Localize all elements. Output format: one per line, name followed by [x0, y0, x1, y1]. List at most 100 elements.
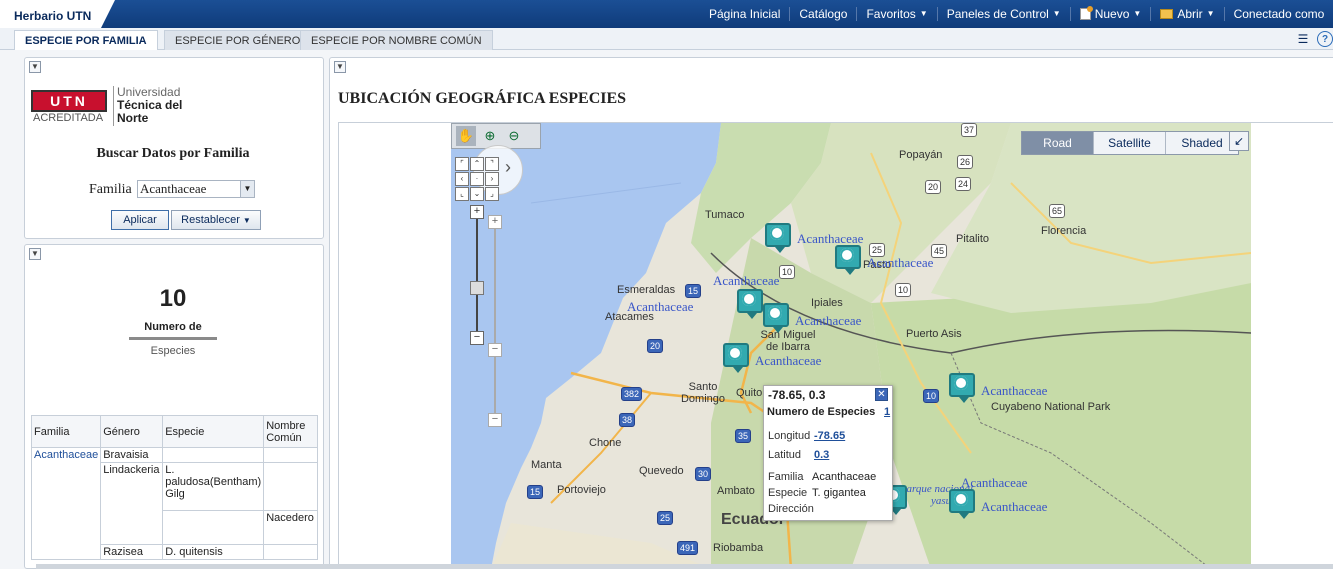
search-panel: ▼ UTN ACREDITADA Universidad Técnica del…	[24, 57, 324, 239]
zoom-level-marker[interactable]: −	[488, 343, 502, 357]
nav-catalog[interactable]: Catálogo	[790, 7, 858, 21]
especie-cell	[162, 510, 265, 545]
comun-cell: Nacedero	[263, 510, 319, 545]
flower-icon	[840, 248, 854, 262]
pan-nw-icon[interactable]: ⌜	[455, 157, 469, 171]
road-shield: 10	[895, 283, 912, 297]
familia-cell[interactable]: Acanthaceae	[30, 447, 102, 560]
flower-icon	[954, 376, 968, 390]
species-count-sublabel: Especies	[150, 345, 196, 357]
species-marker[interactable]	[765, 223, 791, 253]
top-bar: Herbario UTN Página Inicial Catálogo Fav…	[0, 0, 1333, 28]
map-type-shaded[interactable]: Shaded	[1166, 132, 1238, 154]
nav-user[interactable]: Conectado como weblogi	[1225, 7, 1333, 21]
close-icon[interactable]: ✕	[875, 388, 888, 401]
nav-open-label: Abrir	[1177, 7, 1203, 21]
place-label: Portoviejo	[557, 484, 606, 496]
species-marker[interactable]	[949, 489, 975, 519]
map-view[interactable]: Popayán Tumaco Pitalito Florencia Esmera…	[451, 123, 1251, 567]
road-shield: 26	[957, 155, 974, 169]
genero-cell: Razisea	[100, 544, 164, 560]
zoom-slider-thumb[interactable]	[470, 281, 484, 295]
nav-favorites[interactable]: Favoritos ▼	[857, 7, 938, 21]
species-marker[interactable]	[723, 343, 749, 373]
species-marker[interactable]	[763, 303, 789, 333]
especie-cell: L. paludosa(Bentham) Gilg	[162, 462, 265, 511]
chevron-down-icon: ▼	[919, 9, 928, 18]
pan-center-icon[interactable]: ·	[470, 172, 484, 186]
popup-familia-value: Acanthaceae	[812, 471, 877, 483]
marker-label: Acanthaceae	[981, 383, 1048, 398]
zoom-in-icon[interactable]: ⊕	[480, 126, 500, 146]
reset-button[interactable]: Restablecer ▼	[171, 210, 261, 230]
page-options-icon[interactable]: ☰	[1295, 31, 1311, 47]
nav-dashboards-label: Paneles de Control	[946, 7, 1049, 21]
zoom-slider-track-secondary[interactable]	[494, 221, 496, 421]
pan-se-icon[interactable]: ⌟	[485, 187, 499, 201]
comun-cell	[263, 544, 319, 560]
nav-home[interactable]: Página Inicial	[700, 7, 791, 21]
map-title: UBICACIÓN GEOGRÁFICA ESPECIES	[338, 90, 627, 107]
tab-especie-por-genero[interactable]: ESPECIE POR GÉNERO	[164, 30, 312, 50]
help-icon[interactable]: ?	[1317, 31, 1333, 47]
familia-select[interactable]: Acanthaceae ▼	[137, 180, 255, 198]
collapse-toggle[interactable]: ▼	[334, 61, 346, 73]
collapse-toggle[interactable]: ▼	[29, 61, 41, 73]
popup-lon-link[interactable]: -78.65	[814, 430, 845, 442]
zoom-out-icon[interactable]: ⊖	[504, 126, 524, 146]
zoom-out-button[interactable]: −	[470, 331, 484, 345]
chevron-down-icon: ▼	[1133, 9, 1142, 18]
logo-mark: UTN	[31, 90, 107, 112]
place-label: Santo Domingo	[680, 381, 726, 405]
apply-button[interactable]: Aplicar	[111, 210, 169, 230]
pan-ne-icon[interactable]: ⌝	[485, 157, 499, 171]
zoom-in-button[interactable]: +	[470, 205, 484, 219]
comun-cell	[263, 447, 319, 463]
tab-especie-por-familia[interactable]: ESPECIE POR FAMILIA	[14, 30, 158, 50]
nav-open[interactable]: Abrir ▼	[1151, 7, 1225, 21]
tab-especie-por-nombre-comun[interactable]: ESPECIE POR NOMBRE COMÚN	[300, 30, 493, 50]
species-marker[interactable]	[737, 289, 763, 319]
pan-hand-icon[interactable]: ✋	[456, 126, 476, 146]
road-shield: 15	[527, 485, 544, 499]
pan-s-icon[interactable]: ⌄	[470, 187, 484, 201]
marker-label: Acanthaceae	[755, 353, 822, 368]
popup-lat-link[interactable]: 0.3	[814, 449, 829, 461]
popup-count-link[interactable]: 1	[884, 406, 890, 418]
pan-n-icon[interactable]: ⌃	[470, 157, 484, 171]
kpi-underline	[129, 337, 217, 340]
chevron-down-icon[interactable]: ▼	[240, 181, 254, 197]
road-shield: 24	[955, 177, 972, 191]
pan-e-icon[interactable]: ›	[485, 172, 499, 186]
map-type-satellite[interactable]: Satellite	[1094, 132, 1166, 154]
horizontal-scrollbar[interactable]	[36, 564, 1333, 569]
genero-cell: Bravaisia	[100, 447, 164, 463]
species-marker[interactable]	[949, 373, 975, 403]
familia-label: Familia	[89, 182, 132, 197]
tab-bar: ESPECIE POR FAMILIA ESPECIE POR GÉNERO E…	[0, 28, 1333, 50]
road-shield: 10	[923, 389, 940, 403]
pan-grid: ⌜ ⌃ ⌝ ‹ · › ⌞ ⌄ ⌟	[455, 157, 499, 201]
chevron-right-icon[interactable]: ›	[505, 157, 511, 178]
species-marker[interactable]	[835, 245, 861, 275]
road-shield: 491	[677, 541, 699, 555]
pan-sw-icon[interactable]: ⌞	[455, 187, 469, 201]
place-label: Quevedo	[639, 465, 684, 477]
especie-cell	[162, 447, 265, 463]
nav-dashboards[interactable]: Paneles de Control ▼	[938, 7, 1071, 21]
logo-line-3: Norte	[117, 111, 149, 125]
map-type-road[interactable]: Road	[1022, 132, 1094, 154]
collapse-toggle[interactable]: ▼	[29, 248, 41, 260]
zoom-out-button-secondary[interactable]: −	[488, 413, 502, 427]
zoom-in-button-secondary[interactable]: +	[488, 215, 502, 229]
nav-new[interactable]: Nuevo ▼	[1071, 6, 1152, 21]
marker-label: Acanthaceae	[867, 255, 934, 270]
genero-cell: Lindackeria	[100, 462, 164, 545]
nav-favorites-label: Favoritos	[866, 7, 916, 21]
zoom-slider-track[interactable]	[476, 207, 478, 337]
logo-accredited: ACREDITADA	[33, 112, 104, 124]
pan-w-icon[interactable]: ‹	[455, 172, 469, 186]
expand-icon[interactable]: ↙	[1229, 131, 1249, 151]
place-label: Chone	[589, 437, 622, 449]
popup-coordinates: -78.65, 0.3	[768, 388, 826, 402]
